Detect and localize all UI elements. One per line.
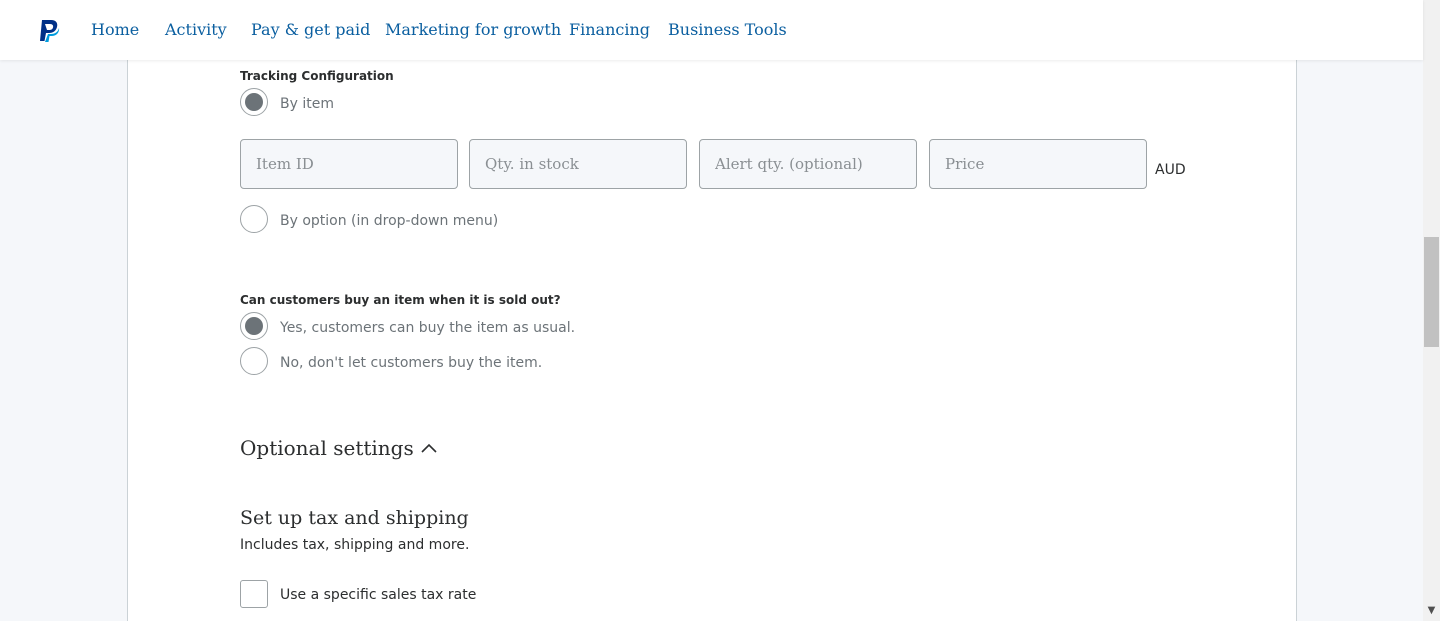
radio-by-option[interactable] bbox=[240, 205, 268, 233]
nav-financing[interactable]: Financing bbox=[569, 20, 650, 39]
scrollbar-thumb[interactable] bbox=[1424, 237, 1439, 347]
radio-sold-out-no-label: No, don't let customers buy the item. bbox=[280, 355, 543, 371]
radio-by-item[interactable] bbox=[240, 88, 268, 116]
radio-sold-out-yes-label: Yes, customers can buy the item as usual… bbox=[280, 320, 576, 336]
qty-in-stock-input[interactable] bbox=[469, 139, 687, 189]
tracking-configuration-heading: Tracking Configuration bbox=[240, 69, 394, 83]
paypal-logo-icon[interactable] bbox=[38, 19, 60, 43]
nav-business-tools[interactable]: Business Tools bbox=[668, 20, 787, 39]
tax-shipping-subtitle: Includes tax, shipping and more. bbox=[240, 537, 470, 553]
nav-home[interactable]: Home bbox=[91, 20, 139, 39]
item-id-input[interactable] bbox=[240, 139, 458, 189]
scroll-down-arrow-icon[interactable]: ▼ bbox=[1426, 605, 1437, 616]
optional-settings-label: Optional settings bbox=[240, 436, 414, 460]
chevron-up-icon bbox=[421, 443, 437, 453]
radio-by-item-label: By item bbox=[280, 96, 334, 112]
top-navigation: Home Activity Pay & get paid Marketing f… bbox=[0, 0, 1423, 60]
radio-sold-out-yes[interactable] bbox=[240, 312, 268, 340]
sold-out-heading: Can customers buy an item when it is sol… bbox=[240, 293, 561, 307]
optional-settings-toggle[interactable]: Optional settings bbox=[240, 436, 438, 460]
nav-pay-get-paid[interactable]: Pay & get paid bbox=[251, 20, 370, 39]
radio-by-option-label: By option (in drop-down menu) bbox=[280, 213, 499, 229]
nav-marketing-for-growth[interactable]: Marketing for growth bbox=[385, 20, 561, 39]
sales-tax-checkbox-label: Use a specific sales tax rate bbox=[280, 587, 477, 603]
nav-activity[interactable]: Activity bbox=[165, 20, 227, 39]
sales-tax-checkbox[interactable] bbox=[240, 580, 268, 608]
currency-label: AUD bbox=[1155, 162, 1186, 178]
alert-qty-input[interactable] bbox=[699, 139, 917, 189]
tax-shipping-heading: Set up tax and shipping bbox=[240, 507, 469, 529]
price-input[interactable] bbox=[929, 139, 1147, 189]
radio-sold-out-no[interactable] bbox=[240, 347, 268, 375]
